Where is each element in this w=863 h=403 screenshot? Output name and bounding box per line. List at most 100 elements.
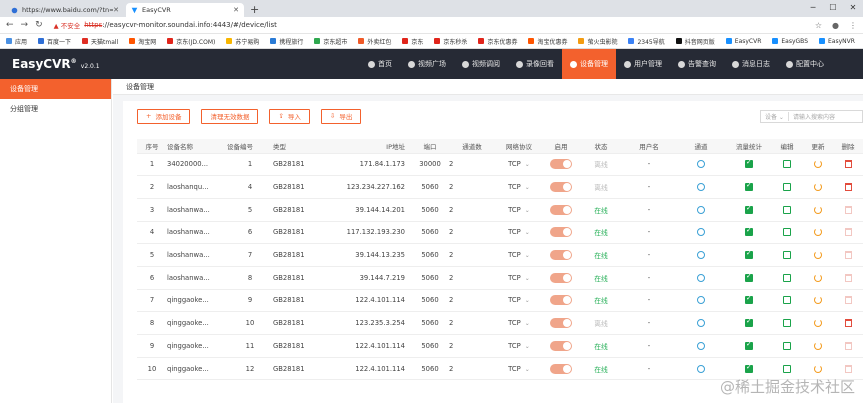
edit-icon[interactable] [783, 296, 791, 305]
channel-icon[interactable] [697, 251, 705, 260]
nav-item-8[interactable]: 配置中心 [778, 49, 832, 79]
enable-toggle[interactable] [550, 159, 572, 170]
protocol-select[interactable]: TCP ⌄ [495, 266, 543, 290]
bookmark-item[interactable]: 外卖红包 [358, 37, 391, 46]
maximize-icon[interactable]: ☐ [823, 0, 843, 14]
protocol-select[interactable]: TCP ⌄ [495, 289, 543, 313]
nav-item-1[interactable]: 视频广场 [400, 49, 454, 79]
refresh-icon[interactable] [814, 341, 822, 350]
flow-stats-icon[interactable] [745, 340, 753, 350]
refresh-icon[interactable] [814, 183, 822, 192]
sidebar-item-0[interactable]: 设备管理 [0, 79, 111, 99]
add-device-button[interactable]: + 添加设备 [137, 108, 191, 124]
search-input[interactable]: 设备 ⌄ 请输入搜索内容 [760, 110, 863, 123]
refresh-icon[interactable] [814, 296, 822, 305]
close-window-icon[interactable]: ✕ [843, 0, 863, 14]
bookmark-item[interactable]: 淘宝优惠券 [528, 37, 567, 46]
delete-icon[interactable] [844, 183, 852, 192]
nav-item-2[interactable]: 视频调阅 [454, 49, 508, 79]
enable-toggle[interactable] [550, 340, 572, 351]
bookmark-item[interactable]: 京东超市 [314, 37, 347, 46]
flow-stats-icon[interactable] [745, 226, 753, 237]
refresh-icon[interactable] [814, 205, 822, 214]
edit-icon[interactable] [783, 251, 791, 260]
flow-stats-icon[interactable] [745, 294, 753, 305]
new-tab-button[interactable]: + [250, 3, 259, 17]
refresh-icon[interactable] [814, 228, 822, 237]
flow-stats-icon[interactable] [745, 363, 753, 373]
flow-stats-icon[interactable] [745, 158, 753, 169]
bookmark-item[interactable]: 携程旅行 [270, 37, 303, 46]
menu-icon[interactable]: ⋮ [849, 21, 857, 30]
nav-item-3[interactable]: 录像回看 [508, 49, 562, 79]
delete-icon[interactable] [844, 296, 852, 305]
enable-toggle[interactable] [550, 182, 572, 193]
search-type-select[interactable]: 设备 ⌄ [765, 112, 789, 121]
protocol-select[interactable]: TCP ⌄ [495, 334, 543, 358]
flow-stats-icon[interactable] [745, 204, 753, 214]
edit-icon[interactable] [783, 228, 791, 237]
profile-icon[interactable]: ● [832, 21, 839, 30]
bookmark-item[interactable]: EasyCVR [725, 38, 761, 45]
close-icon[interactable]: ✕ [233, 6, 239, 14]
delete-icon[interactable] [844, 319, 852, 328]
bookmark-item[interactable]: 京东 [402, 37, 423, 46]
forward-arrow-icon[interactable]: → [21, 20, 29, 30]
delete-icon[interactable] [844, 205, 852, 214]
edit-icon[interactable] [783, 273, 791, 282]
delete-icon[interactable] [844, 228, 852, 237]
browser-tab-baidu[interactable]: https://www.baidu.com/?tn=3 ✕ [6, 3, 124, 17]
flow-stats-icon[interactable] [745, 181, 753, 192]
channel-icon[interactable] [697, 296, 705, 305]
reload-icon[interactable]: ↻ [35, 20, 43, 30]
nav-item-0[interactable]: 首页 [360, 49, 400, 79]
edit-icon[interactable] [783, 160, 791, 169]
bookmark-item[interactable]: 京东优惠券 [478, 37, 517, 46]
edit-icon[interactable] [783, 364, 791, 373]
channel-icon[interactable] [697, 205, 705, 214]
bookmark-item[interactable]: 百度一下 [38, 37, 71, 46]
enable-toggle[interactable] [550, 318, 572, 329]
channel-icon[interactable] [697, 341, 705, 350]
browser-tab-easycvr[interactable]: EasyCVR ✕ [126, 3, 244, 17]
enable-toggle[interactable] [550, 227, 572, 238]
channel-icon[interactable] [697, 228, 705, 237]
bookmark-item[interactable]: 淘宝网 [129, 37, 156, 46]
sidebar-item-1[interactable]: 分组管理 [0, 99, 111, 119]
import-button[interactable]: ⇪ 导入 [269, 108, 310, 124]
bookmark-item[interactable]: 京东(JD.COM) [167, 37, 215, 46]
edit-icon[interactable] [783, 319, 791, 328]
delete-icon[interactable] [844, 273, 852, 282]
clean-invalid-data-button[interactable]: 清理无效数据 [201, 108, 259, 124]
nav-item-5[interactable]: 用户管理 [616, 49, 670, 79]
edit-icon[interactable] [783, 183, 791, 192]
channel-icon[interactable] [697, 319, 705, 328]
flow-stats-icon[interactable] [745, 249, 753, 260]
bookmark-item[interactable]: EasyGBS [772, 38, 808, 45]
bookmark-item[interactable]: 苏宁易购 [226, 37, 259, 46]
protocol-select[interactable]: TCP ⌄ [495, 311, 543, 335]
channel-icon[interactable] [697, 160, 705, 169]
refresh-icon[interactable] [814, 273, 822, 282]
refresh-icon[interactable] [814, 160, 822, 169]
edit-icon[interactable] [783, 341, 791, 350]
insecure-badge[interactable]: ▲ 不安全 [54, 20, 81, 30]
star-icon[interactable]: ☆ [815, 21, 822, 30]
export-button[interactable]: ⇩ 导出 [320, 108, 362, 124]
enable-toggle[interactable] [550, 250, 572, 261]
nav-item-4[interactable]: 设备管理 [562, 49, 616, 79]
nav-item-6[interactable]: 告警查询 [670, 49, 724, 79]
minimize-icon[interactable]: ─ [803, 0, 823, 14]
address-bar[interactable]: https://easycvr-monitor.soundai.info:444… [84, 21, 277, 29]
protocol-select[interactable]: TCP ⌄ [495, 175, 543, 199]
protocol-select[interactable]: TCP ⌄ [495, 243, 543, 267]
delete-icon[interactable] [844, 251, 852, 260]
refresh-icon[interactable] [814, 364, 822, 373]
nav-item-7[interactable]: 消息日志 [724, 49, 778, 79]
enable-toggle[interactable] [550, 363, 572, 374]
back-arrow-icon[interactable]: ← [6, 20, 14, 30]
bookmark-item[interactable]: 抖音网页版 [675, 37, 715, 46]
bookmark-item[interactable]: EasyNVR [819, 38, 855, 45]
channel-icon[interactable] [697, 273, 705, 282]
bookmark-item[interactable]: 京东秒杀 [434, 37, 467, 46]
